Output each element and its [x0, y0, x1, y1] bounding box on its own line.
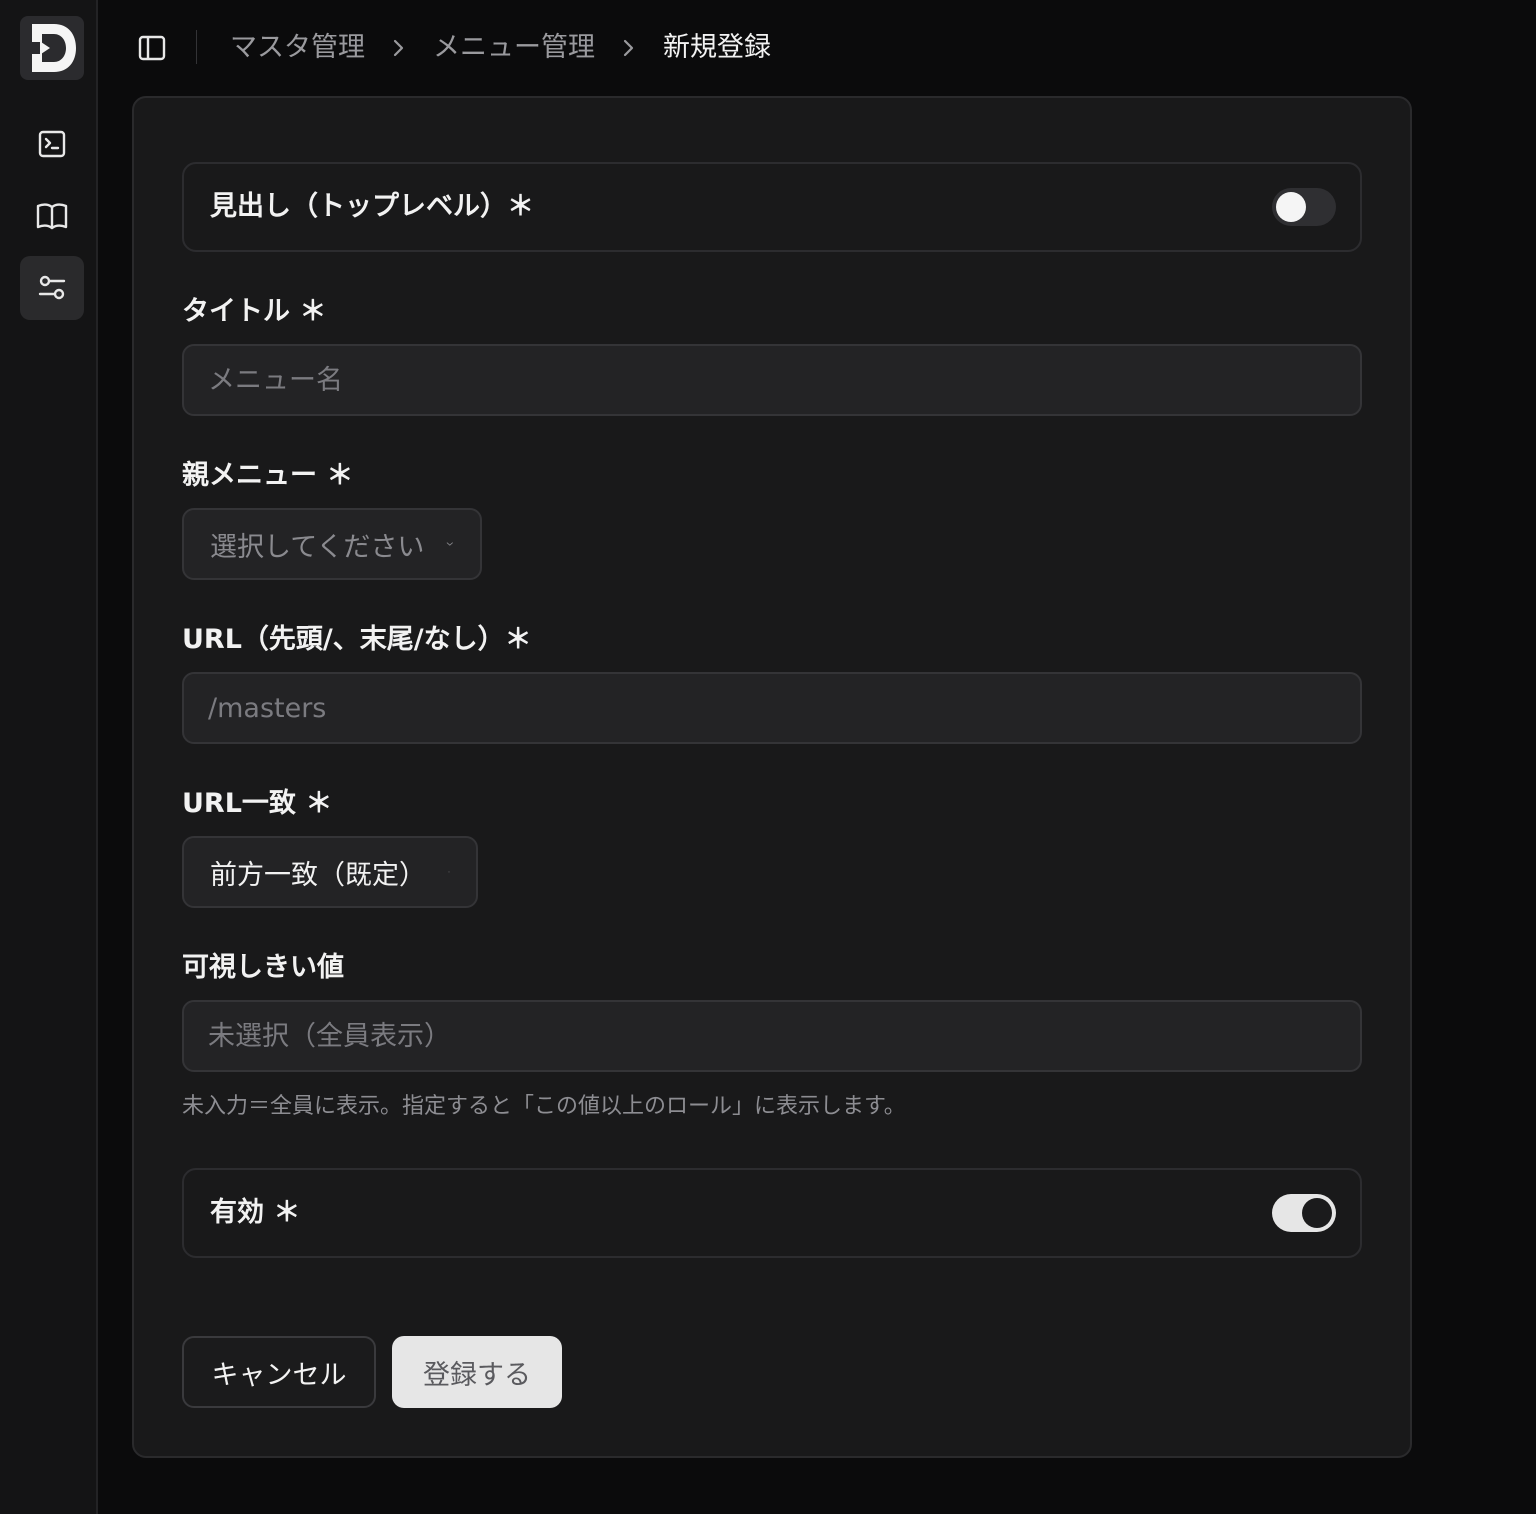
logo-d-icon — [28, 24, 76, 72]
book-icon — [36, 203, 68, 230]
url-match-select[interactable]: 前方一致（既定） — [182, 836, 478, 908]
panel-left-icon — [138, 35, 166, 61]
title-label: タイトル ＊ — [182, 296, 327, 327]
breadcrumb-item-menu-management[interactable]: メニュー管理 — [433, 28, 595, 68]
sliders-icon — [38, 275, 66, 300]
heading-toggle-label: 見出し（トップレベル）＊ — [210, 191, 534, 222]
breadcrumb-item-new: 新規登録 — [663, 32, 771, 63]
parent-menu-select[interactable]: 選択してください — [182, 508, 482, 580]
url-match-label: URL一致 ＊ — [182, 788, 333, 819]
sidebar-item-console[interactable] — [20, 112, 84, 176]
toggle-sidebar-button[interactable] — [134, 30, 170, 66]
parent-menu-value: 選択してください — [210, 531, 425, 563]
enabled-toggle-switch[interactable] — [1272, 1194, 1336, 1232]
app-logo[interactable] — [20, 16, 84, 80]
cancel-button[interactable]: キャンセル — [182, 1336, 376, 1408]
heading-toggle-switch[interactable] — [1272, 188, 1336, 226]
url-input[interactable] — [182, 672, 1362, 744]
sidebar-item-settings[interactable] — [20, 256, 84, 320]
heading-toggle-row: 見出し（トップレベル）＊ — [182, 162, 1362, 252]
switch-knob — [1276, 192, 1306, 222]
visibility-label: 可視しきい値 — [182, 952, 344, 983]
form-card: 見出し（トップレベル）＊ タイトル ＊ 親メニュー ＊ 選択してください URL… — [132, 96, 1412, 1458]
visibility-input[interactable] — [182, 1000, 1362, 1072]
enabled-toggle-row: 有効 ＊ — [182, 1168, 1362, 1258]
terminal-icon — [38, 130, 66, 158]
submit-button[interactable]: 登録する — [392, 1336, 562, 1408]
chevron-right-icon — [365, 38, 433, 58]
url-match-value: 前方一致（既定） — [210, 859, 426, 891]
switch-knob — [1302, 1198, 1332, 1228]
chevron-down-icon — [448, 871, 450, 873]
sidebar-item-docs[interactable] — [20, 184, 84, 248]
visibility-hint: 未入力＝全員に表示。指定すると「この値以上のロール」に表示します。 — [182, 1094, 906, 1119]
chevron-right-icon — [595, 38, 663, 58]
sidebar — [0, 0, 98, 1514]
title-input[interactable] — [182, 344, 1362, 416]
enabled-toggle-label: 有効 ＊ — [210, 1197, 301, 1228]
chevron-down-icon — [447, 542, 454, 546]
parent-menu-label: 親メニュー ＊ — [182, 460, 354, 491]
url-label: URL（先頭/、末尾/なし）＊ — [182, 624, 532, 655]
breadcrumb: マスタ管理 メニュー管理 新規登録 — [230, 28, 771, 68]
breadcrumb-item-masters[interactable]: マスタ管理 — [230, 28, 365, 68]
divider — [196, 30, 197, 64]
